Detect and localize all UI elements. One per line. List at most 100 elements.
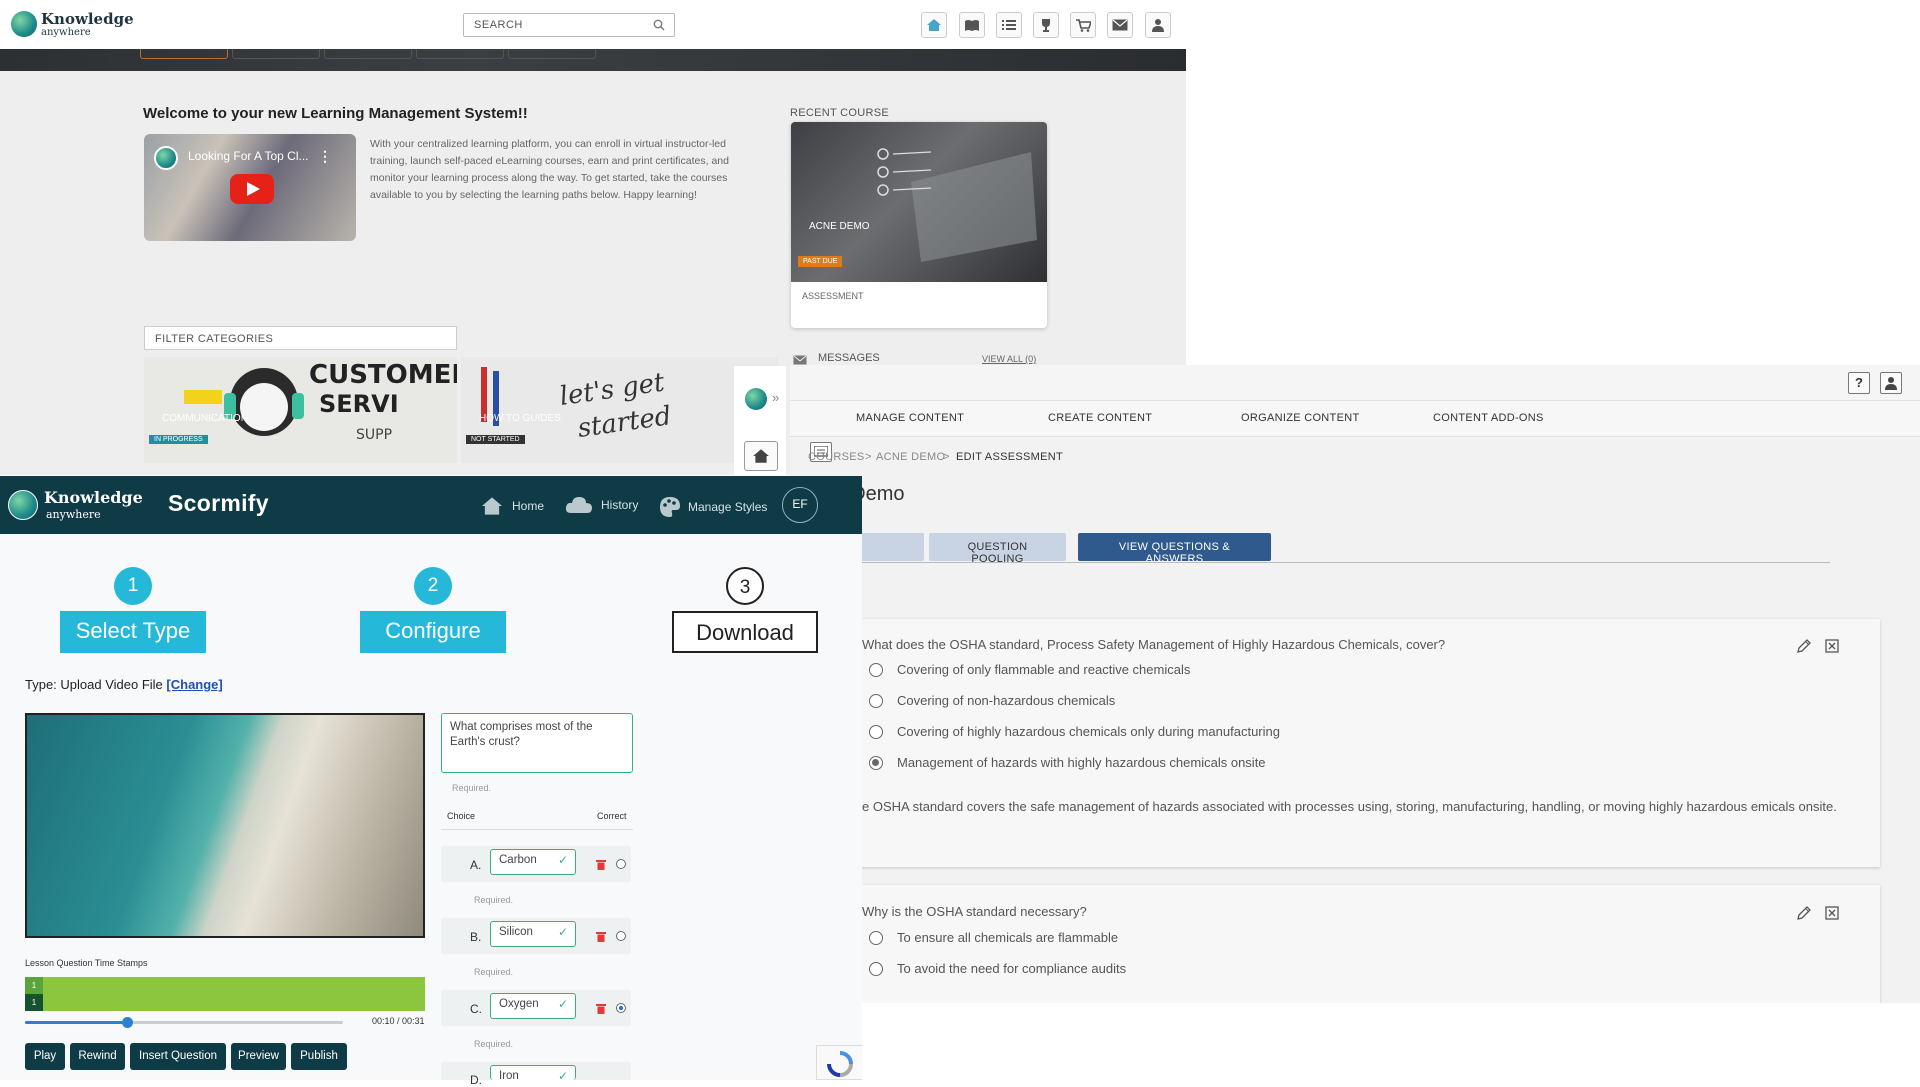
answer-option[interactable]: To ensure all chemicals are flammable	[869, 930, 1118, 945]
marker-bottom-label: 1	[25, 994, 43, 1011]
delete-question-icon[interactable]	[1825, 639, 1839, 653]
home-icon[interactable]	[744, 441, 778, 471]
breadcrumb-current: EDIT ASSESSMENT	[956, 451, 1063, 463]
answer-option[interactable]: Covering of only flammable and reactive …	[869, 662, 1190, 677]
answer-radio-selected[interactable]	[869, 755, 883, 770]
trophy-icon[interactable]	[1033, 12, 1059, 38]
banner-tab[interactable]	[324, 49, 412, 59]
answer-label: Covering of only flammable and reactive …	[897, 662, 1191, 677]
tab-question-pooling[interactable]: QUESTION POOLING	[929, 533, 1066, 565]
book-icon[interactable]	[959, 12, 985, 38]
nav-manage-styles[interactable]: Manage Styles	[659, 496, 767, 518]
course-card-communication[interactable]: CUSTOMER SERVI SUPP COMMUNICATION IN PRO…	[144, 357, 457, 463]
breadcrumb-separator: >	[865, 451, 872, 463]
user-icon[interactable]	[1880, 372, 1902, 394]
recent-course-title: ACNE DEMO	[809, 221, 870, 232]
correct-radio-selected[interactable]	[616, 1003, 626, 1013]
lms-search-input[interactable]: SEARCH	[463, 13, 675, 37]
step-configure-button[interactable]: Configure	[360, 611, 506, 653]
nav-home[interactable]: Home	[480, 496, 544, 516]
answer-radio[interactable]	[869, 930, 883, 945]
breadcrumb-course[interactable]: ACNE DEMO	[876, 451, 945, 463]
video-preview[interactable]	[25, 713, 425, 938]
scormify-logo-name[interactable]: Knowledge	[44, 488, 143, 507]
list-icon[interactable]	[996, 12, 1022, 38]
preview-button[interactable]: Preview	[231, 1043, 286, 1070]
edit-pencil-icon[interactable]	[1796, 638, 1812, 654]
step-download-button[interactable]: Download	[672, 611, 818, 653]
choice-input[interactable]: Carbon ✓	[490, 849, 576, 875]
breadcrumb-courses[interactable]: COURSES	[808, 451, 865, 463]
cart-icon[interactable]	[1070, 12, 1096, 38]
youtube-play-icon[interactable]	[230, 174, 274, 204]
video-title: Looking For A Top Cl...	[188, 149, 309, 163]
answer-option[interactable]: Covering of highly hazardous chemicals o…	[869, 724, 1280, 739]
timestamp-marker[interactable]: 1 1	[25, 977, 43, 1011]
delete-question-icon[interactable]	[1825, 906, 1839, 920]
assessment-header: ?	[790, 365, 1920, 401]
choice-input[interactable]: Silicon ✓	[490, 921, 576, 947]
banner-tab[interactable]	[140, 49, 228, 59]
choice-value: Oxygen	[499, 998, 539, 1010]
user-avatar[interactable]: EF	[782, 487, 818, 523]
recent-course-card[interactable]: ACNE DEMO PAST DUE ASSESSMENT	[791, 122, 1047, 328]
correct-radio[interactable]	[616, 859, 626, 869]
trash-icon[interactable]	[596, 931, 606, 942]
banner-tab[interactable]	[508, 49, 596, 59]
scormify-top-bar: Knowledge anywhere Scormify Home History…	[0, 476, 862, 534]
menu-create-content[interactable]: CREATE CONTENT	[1048, 412, 1152, 424]
step-select-type-button[interactable]: Select Type	[60, 611, 206, 653]
rewind-button[interactable]: Rewind	[70, 1043, 125, 1070]
banner-tab[interactable]	[416, 49, 504, 59]
step-1-number: 1	[114, 567, 152, 605]
trash-icon[interactable]	[596, 1003, 606, 1014]
timestamps-track[interactable]	[25, 977, 425, 1011]
intro-video[interactable]: Looking For A Top Cl... ⋮	[144, 134, 356, 241]
mail-icon[interactable]	[1107, 12, 1133, 38]
user-icon[interactable]	[1145, 12, 1171, 38]
question-card: What does the OSHA standard, Process Saf…	[790, 619, 1880, 867]
answer-radio[interactable]	[869, 662, 883, 677]
playhead-knob[interactable]	[121, 1017, 133, 1028]
home-icon	[480, 496, 504, 516]
lms-logo-name[interactable]: Knowledge	[41, 10, 134, 28]
nav-history[interactable]: History	[565, 496, 638, 514]
answer-radio[interactable]	[869, 724, 883, 739]
edit-assessment-window: ? MANAGE CONTENT CREATE CONTENT ORGANIZE…	[790, 365, 1920, 1003]
publish-button[interactable]: Publish	[291, 1043, 347, 1070]
trash-icon[interactable]	[596, 859, 606, 870]
answer-option[interactable]: Covering of non-hazardous chemicals	[869, 693, 1115, 708]
playhead-slider[interactable]	[25, 1017, 343, 1028]
question-textarea[interactable]: What comprises most of the Earth's crust…	[441, 713, 633, 773]
expand-sidebar-icon[interactable]: »	[772, 390, 779, 405]
course-card-how-to-guides[interactable]: let's get started HOW TO GUIDES NOT STAR…	[461, 357, 778, 463]
recaptcha-icon[interactable]	[816, 1045, 862, 1080]
banner-tab[interactable]	[232, 49, 320, 59]
search-icon[interactable]	[653, 19, 665, 31]
play-button[interactable]: Play	[25, 1043, 65, 1070]
answer-option[interactable]: Management of hazards with highly hazard…	[869, 755, 1266, 770]
time-readout: 00:10 / 00:31	[372, 1016, 425, 1026]
help-button[interactable]: ?	[1848, 372, 1870, 394]
menu-content-add-ons[interactable]: CONTENT ADD-ONS	[1433, 412, 1544, 424]
channel-avatar	[154, 146, 178, 170]
choice-input[interactable]: Oxygen ✓	[490, 993, 576, 1019]
answer-option[interactable]: To avoid the need for compliance audits	[869, 961, 1126, 976]
answer-radio[interactable]	[869, 693, 883, 708]
choice-value: Iron	[499, 1070, 519, 1080]
menu-organize-content[interactable]: ORGANIZE CONTENT	[1241, 412, 1359, 424]
choice-input[interactable]: Iron ✓	[490, 1065, 576, 1080]
more-options-icon[interactable]: ⋮	[318, 148, 332, 165]
home-icon[interactable]	[921, 12, 947, 38]
correct-radio[interactable]	[616, 931, 626, 941]
filter-categories-input[interactable]: FILTER CATEGORIES	[144, 326, 457, 350]
tab-view-questions-answers[interactable]: VIEW QUESTIONS & ANSWERS	[1078, 533, 1271, 565]
answer-radio[interactable]	[869, 961, 883, 976]
change-type-link[interactable]: [Change]	[166, 677, 222, 692]
step-3-number: 3	[726, 567, 764, 605]
insert-question-button[interactable]: Insert Question	[130, 1043, 226, 1070]
edit-pencil-icon[interactable]	[1796, 905, 1812, 921]
view-all-messages-link[interactable]: VIEW ALL (0)	[982, 354, 1036, 364]
menu-manage-content[interactable]: MANAGE CONTENT	[856, 412, 964, 424]
correct-header: Correct	[597, 811, 627, 821]
